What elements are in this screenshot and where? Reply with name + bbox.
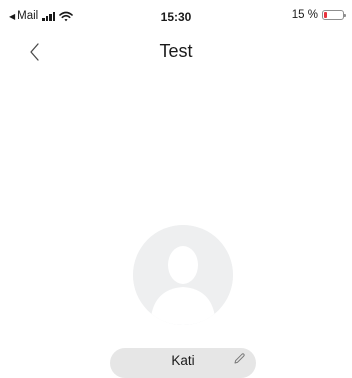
person-placeholder-icon xyxy=(133,225,233,325)
battery-icon xyxy=(322,10,346,20)
battery-percent: 15 % xyxy=(291,9,318,21)
avatar[interactable] xyxy=(133,225,233,325)
status-bar: ◀ Mail 15:30 15 % xyxy=(0,0,352,38)
pencil-icon[interactable] xyxy=(232,352,246,366)
status-right: 15 % xyxy=(291,9,346,21)
nav-bar: Test xyxy=(0,34,352,70)
name-field[interactable]: Kati xyxy=(110,348,256,378)
page-title: Test xyxy=(159,41,193,61)
battery-level xyxy=(324,12,327,18)
